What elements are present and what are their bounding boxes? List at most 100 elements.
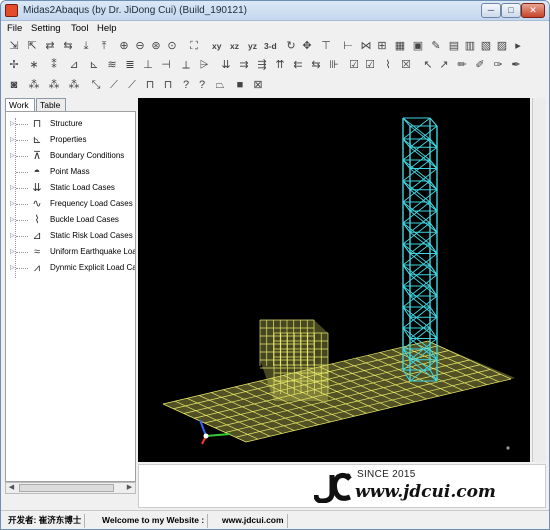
export-icon[interactable]: ⇱	[25, 39, 39, 53]
expand-icon[interactable]: ▷	[10, 216, 15, 223]
release-icon[interactable]: ⟂	[179, 58, 193, 72]
viewport-vertical-scrollbar[interactable]	[532, 98, 546, 462]
node-select-icon[interactable]: ∗	[27, 58, 41, 72]
expand-icon[interactable]: ▷	[10, 264, 15, 271]
zoom-fit-icon[interactable]: ⊙	[165, 39, 179, 53]
beam-icon[interactable]: ⊢	[341, 39, 355, 53]
model-viewport[interactable]	[138, 98, 530, 462]
table-icon[interactable]: ▤	[447, 39, 461, 53]
import-icon[interactable]: ⇲	[7, 39, 21, 53]
pressure-3-icon[interactable]: ⇶	[255, 58, 269, 72]
check-2-icon[interactable]: ☑	[363, 58, 377, 72]
expand-icon[interactable]: ▷	[10, 184, 15, 191]
tab-table[interactable]: Table	[36, 98, 66, 111]
status-url[interactable]: www.jdcui.com	[219, 514, 288, 528]
edit-3-icon[interactable]: ✒	[509, 58, 523, 72]
scroll-left-icon[interactable]: ◀	[6, 483, 17, 493]
minimize-button[interactable]: ─	[481, 3, 501, 18]
tree-item-static-load-cases[interactable]: ▷ ⇊ Static Load Cases	[6, 180, 135, 196]
material-icon[interactable]: ✎	[429, 39, 443, 53]
options-icon[interactable]: ▨	[495, 39, 509, 53]
menu-tool[interactable]: Tool	[71, 23, 88, 34]
check-icon[interactable]: ☑	[347, 58, 361, 72]
frame-2-icon[interactable]: ⊓	[161, 78, 175, 92]
pressure-icon[interactable]: ⇊	[219, 58, 233, 72]
pressure-2-icon[interactable]: ⇉	[237, 58, 251, 72]
rotate-icon[interactable]: ↻	[284, 39, 298, 53]
pressure-5-icon[interactable]: ⇇	[291, 58, 305, 72]
local-axis-icon[interactable]: ⊥	[141, 58, 155, 72]
edit-2-icon[interactable]: ✑	[491, 58, 505, 72]
more-icon[interactable]: ▸	[511, 39, 525, 53]
tree-item-structure[interactable]: ▷ ⊓ Structure	[6, 116, 135, 132]
tree-item-uniform-earthquake-load[interactable]: ▷ ≈ Uniform Earthquake Load	[6, 244, 135, 260]
group-icon[interactable]: ⁂	[27, 78, 41, 92]
pointer-icon[interactable]: ↖	[421, 58, 435, 72]
pressure-4-icon[interactable]: ⇈	[273, 58, 287, 72]
area-load-icon[interactable]: ≣	[123, 58, 137, 72]
expand-icon[interactable]: ▷	[10, 200, 15, 207]
help-2-icon[interactable]: ?	[195, 78, 209, 92]
truss-icon[interactable]: ⋈	[359, 39, 373, 53]
shell-icon[interactable]: ▦	[393, 39, 407, 53]
tab-work[interactable]: Work	[5, 98, 35, 111]
section-icon[interactable]: ⊞	[375, 39, 389, 53]
link-icon[interactable]: ⩥	[197, 58, 211, 72]
model-canvas[interactable]	[138, 98, 530, 462]
stop-icon[interactable]: ■	[233, 78, 247, 92]
save-icon[interactable]: ⤒	[97, 39, 111, 53]
group-3-icon[interactable]: ⁂	[67, 78, 81, 92]
view-3d-button[interactable]: 3-d	[264, 39, 277, 53]
frame-icon[interactable]: ⊓	[143, 78, 157, 92]
group-2-icon[interactable]: ⁂	[47, 78, 61, 92]
support-icon[interactable]: ⊤	[319, 39, 333, 53]
tree-item-buckle-load-cases[interactable]: ▷ ⌇ Buckle Load Cases	[6, 212, 135, 228]
expand-icon[interactable]: ▷	[10, 152, 15, 159]
menu-help[interactable]: Help	[97, 23, 117, 34]
camera-icon[interactable]: ◙	[7, 78, 21, 92]
deform-icon[interactable]: ⌇	[381, 58, 395, 72]
report-icon[interactable]: ▧	[479, 39, 493, 53]
pencil-icon[interactable]: ✏	[455, 58, 469, 72]
pressure-6-icon[interactable]: ⇆	[309, 58, 323, 72]
offset-icon[interactable]: ⊣	[159, 58, 173, 72]
scroll-right-icon[interactable]: ▶	[124, 483, 135, 493]
maximize-button[interactable]: □	[501, 3, 521, 18]
fit-view-icon[interactable]: ⛶	[187, 39, 201, 53]
tree-item-point-mass[interactable]: ◓ Point Mass	[6, 164, 135, 180]
view-xz-button[interactable]: xz	[230, 39, 239, 53]
convert-icon[interactable]: ⇄	[43, 39, 57, 53]
tree-item-dynamic-explicit-load-case[interactable]: ▷ ⩘ Dynmic Explicit Load Case	[6, 260, 135, 276]
expand-icon[interactable]: ▷	[10, 120, 15, 127]
expand-icon[interactable]: ▷	[10, 232, 15, 239]
tree-horizontal-scrollbar[interactable]: ◀ ▶	[5, 482, 136, 494]
chart-icon[interactable]: ⊪	[327, 58, 341, 72]
pointer-2-icon[interactable]: ↗	[437, 58, 451, 72]
menu-setting[interactable]: Setting	[31, 23, 61, 34]
expand-icon[interactable]: ▷	[10, 136, 15, 143]
expand-icon[interactable]: ▷	[10, 248, 15, 255]
view-yz-button[interactable]: yz	[248, 39, 257, 53]
load-icon[interactable]: ⤓	[79, 39, 93, 53]
zoom-in-icon[interactable]: ⊕	[117, 39, 131, 53]
close-button[interactable]: ✕	[521, 3, 545, 18]
zoom-out-icon[interactable]: ⊖	[133, 39, 147, 53]
close-view-icon[interactable]: ⊠	[251, 78, 265, 92]
element-icon[interactable]: ⊿	[67, 58, 81, 72]
scroll-thumb[interactable]	[19, 484, 114, 492]
tree-item-static-risk-load-cases[interactable]: ▷ ⊿ Static Risk Load Cases	[6, 228, 135, 244]
flip-icon[interactable]: ⤡	[89, 78, 103, 92]
validate-icon[interactable]: ☒	[399, 58, 413, 72]
convert-all-icon[interactable]: ⇆	[61, 39, 75, 53]
menu-file[interactable]: File	[7, 23, 22, 34]
grid-icon[interactable]: ▥	[463, 39, 477, 53]
tree-item-boundary-conditions[interactable]: ▷ ⊼ Boundary Conditions	[6, 148, 135, 164]
zoom-window-icon[interactable]: ⊛	[149, 39, 163, 53]
solid-icon[interactable]: ▣	[411, 39, 425, 53]
shape-icon[interactable]: ⏢	[213, 78, 227, 92]
tree-item-frequency-load-cases[interactable]: ▷ ∿ Frequency Load Cases	[6, 196, 135, 212]
pan-icon[interactable]: ✥	[300, 39, 314, 53]
help-icon[interactable]: ?	[179, 78, 193, 92]
edit-icon[interactable]: ✐	[473, 58, 487, 72]
slope-2-icon[interactable]: ⟋	[125, 78, 139, 92]
